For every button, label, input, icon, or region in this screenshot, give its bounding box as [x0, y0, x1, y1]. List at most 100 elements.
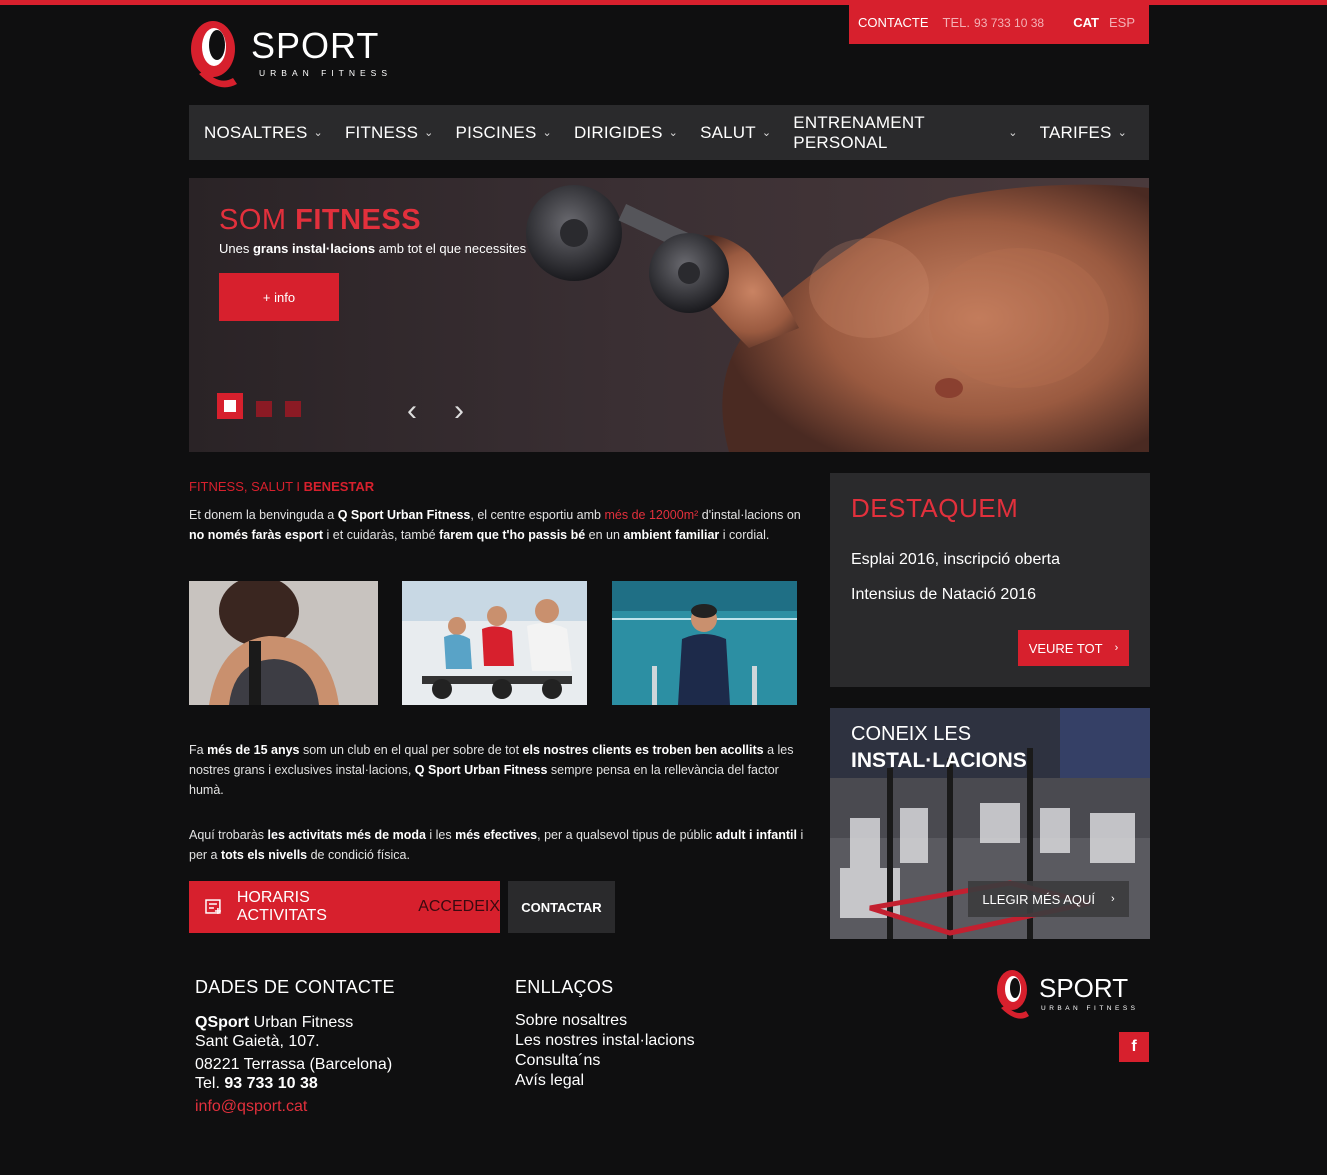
slider-prev-icon[interactable]: ‹	[407, 396, 417, 426]
logo-tagline: URBAN FITNESS	[259, 68, 392, 78]
facilities-title-light: CONEIX LES	[851, 723, 972, 745]
lang-cat[interactable]: CAT	[1073, 15, 1099, 30]
phone-link[interactable]: TEL. 93 733 10 38	[943, 15, 1045, 30]
schedule-accent: ACCEDEIX	[418, 898, 500, 915]
text-run: som un club en el qual per sobre de tot	[299, 743, 523, 757]
company-rest: Urban Fitness	[249, 1014, 354, 1031]
nav-item-entrenament-personal[interactable]: ENTRENAMENT PERSONAL ⌄	[793, 113, 1017, 153]
hero-title-bold: FITNESS	[295, 204, 422, 236]
contact-link[interactable]: CONTACTE	[858, 15, 929, 30]
schedule-label: HORARIS ACTIVITATS	[236, 889, 327, 924]
chevron-down-icon: ⌄	[1117, 127, 1127, 139]
intro-paragraph-1: Et donem la benvinguda a Q Sport Urban F…	[189, 505, 809, 545]
company-bold: QSport	[195, 1014, 250, 1031]
text-run: més de 12000m²	[604, 508, 699, 522]
footer-link[interactable]: Consulta´ns	[515, 1051, 600, 1071]
nav-item-dirigides[interactable]: DIRIGIDES ⌄	[574, 123, 678, 143]
text-run: , el centre esportiu amb	[470, 508, 605, 522]
nav-label: FITNESS	[344, 122, 419, 142]
intro-paragraph-3: Aquí trobaràs les activitats més de moda…	[189, 825, 809, 865]
hero-subtitle: Unes grans instal·lacions amb tot el que…	[219, 241, 526, 256]
chevron-down-icon: ⌄	[313, 127, 323, 139]
photo-strength-training[interactable]	[189, 581, 378, 705]
hero-slider: SOM FITNESS Unes grans instal·lacions am…	[189, 178, 1149, 452]
nav-item-salut[interactable]: SALUT ⌄	[700, 123, 771, 143]
read-more-button[interactable]: LLEGIR MÉS AQUÍ ›	[968, 881, 1129, 917]
photo-swimming-pool[interactable]	[612, 581, 797, 705]
nav-label: SALUT	[700, 122, 756, 142]
footer-tel-label: Tel.	[195, 1075, 225, 1092]
text-run: els nostres clients es troben ben acolli…	[522, 743, 764, 757]
hero-sub-bold: grans instal·lacions	[252, 241, 376, 256]
nav-label: DIRIGIDES	[573, 122, 663, 142]
text-run: no només faràs esport	[189, 528, 324, 542]
text-run: de condició física.	[307, 848, 410, 862]
chevron-down-icon: ⌄	[1008, 127, 1018, 139]
text-run: més efectives	[455, 828, 538, 842]
hero-title-light: SOM	[219, 204, 296, 236]
kicker-bold: BENESTAR	[303, 479, 375, 494]
footer-link[interactable]: Sobre nosaltres	[515, 1011, 627, 1031]
footer-logo-word: SPORT	[1039, 973, 1128, 1003]
text-run: d'instal·lacions on	[698, 508, 801, 522]
qsport-logo[interactable]: SPORT URBAN FITNESS	[189, 14, 409, 92]
chevron-down-icon: ⌄	[761, 127, 772, 139]
nav-label: TARIFES	[1039, 122, 1112, 142]
chevron-right-icon: ›	[1114, 642, 1119, 654]
featured-title: DESTAQUEM	[851, 493, 1019, 523]
footer-contact-title: DADES DE CONTACTE	[195, 977, 395, 997]
see-all-label: VEURE TOT	[1028, 640, 1103, 656]
intro-paragraph-2: Fa més de 15 anys som un club en el qual…	[189, 740, 809, 800]
q-logo-icon	[997, 970, 1029, 1019]
footer-company: QSport Urban Fitness	[195, 1013, 353, 1033]
hero-info-button[interactable]: + info	[219, 273, 339, 321]
slider-dot-3[interactable]	[285, 400, 301, 417]
text-run: ambient familiar	[623, 528, 720, 542]
hero-title: SOM FITNESS	[219, 204, 421, 237]
tel-number: 93 733 10 38	[974, 15, 1045, 30]
chevron-down-icon: ⌄	[668, 127, 679, 139]
chevron-down-icon: ⌄	[424, 127, 434, 139]
read-more-label: LLEGIR MÉS AQUÍ	[982, 891, 1096, 907]
text-run: més de 15 anys	[207, 743, 300, 757]
footer-qsport-logo[interactable]: SPORT URBAN FITNESS	[995, 966, 1151, 1022]
footer-address-2: 08221 Terrassa (Barcelona)	[195, 1056, 393, 1073]
text-run: Q Sport Urban Fitness	[337, 508, 471, 522]
chevron-down-icon: ⌄	[542, 127, 552, 139]
text-run: , per a qualsevol tipus de públic	[537, 828, 716, 842]
facebook-icon[interactable]: f	[1119, 1032, 1149, 1062]
footer-logo-tagline: URBAN FITNESS	[1041, 1005, 1139, 1012]
facilities-panel: CONEIX LES INSTAL·LACIONS LLEGIR MÉS AQU…	[830, 708, 1150, 939]
footer-link[interactable]: Avís legal	[515, 1071, 584, 1091]
text-run: farem que t'ho passis bé	[439, 528, 586, 542]
footer-phone[interactable]: Tel. 93 733 10 38	[195, 1074, 318, 1094]
footer-email-link[interactable]: info@qsport.cat	[195, 1097, 307, 1117]
contact-button[interactable]: CONTACTAR	[508, 881, 615, 933]
featured-item[interactable]: Intensius de Natació 2016	[851, 586, 1036, 604]
photo-cycling-class[interactable]	[402, 581, 587, 705]
footer-links-title: ENLLAÇOS	[515, 977, 614, 997]
slider-dot-2[interactable]	[256, 400, 272, 417]
top-contact-bar: CONTACTE TEL. 93 733 10 38 CAT ESP	[849, 0, 1149, 44]
nav-item-tarifes[interactable]: TARIFES ⌄	[1040, 123, 1127, 143]
language-switcher: CAT ESP	[1073, 15, 1135, 30]
footer-link[interactable]: Les nostres instal·lacions	[515, 1031, 695, 1051]
nav-item-nosaltres[interactable]: NOSALTRES ⌄	[204, 123, 323, 143]
nav-label: NOSALTRES	[204, 122, 308, 142]
slider-next-icon[interactable]: ›	[454, 396, 464, 426]
nav-item-fitness[interactable]: FITNESS ⌄	[345, 123, 434, 143]
text-run: les activitats més de moda	[267, 828, 426, 842]
text-run: Aquí trobaràs	[189, 828, 268, 842]
see-all-button[interactable]: VEURE TOT ›	[1018, 630, 1129, 666]
kicker-light: FITNESS, SALUT I	[189, 479, 304, 494]
text-run: adult i infantil	[715, 828, 797, 842]
nav-item-piscines[interactable]: PISCINES ⌄	[456, 123, 552, 143]
schedule-button[interactable]: HORARIS ACTIVITATS ACCEDEIX	[189, 881, 500, 933]
lang-esp[interactable]: ESP	[1109, 15, 1135, 30]
section-kicker: FITNESS, SALUT I BENESTAR	[189, 479, 374, 494]
logo-word: SPORT	[251, 25, 379, 66]
nav-label: ENTRENAMENT PERSONAL	[793, 112, 925, 152]
slider-dot-1[interactable]	[217, 393, 243, 419]
facilities-title-bold: INSTAL·LACIONS	[851, 749, 1027, 772]
featured-item[interactable]: Esplai 2016, inscripció oberta	[851, 551, 1060, 569]
